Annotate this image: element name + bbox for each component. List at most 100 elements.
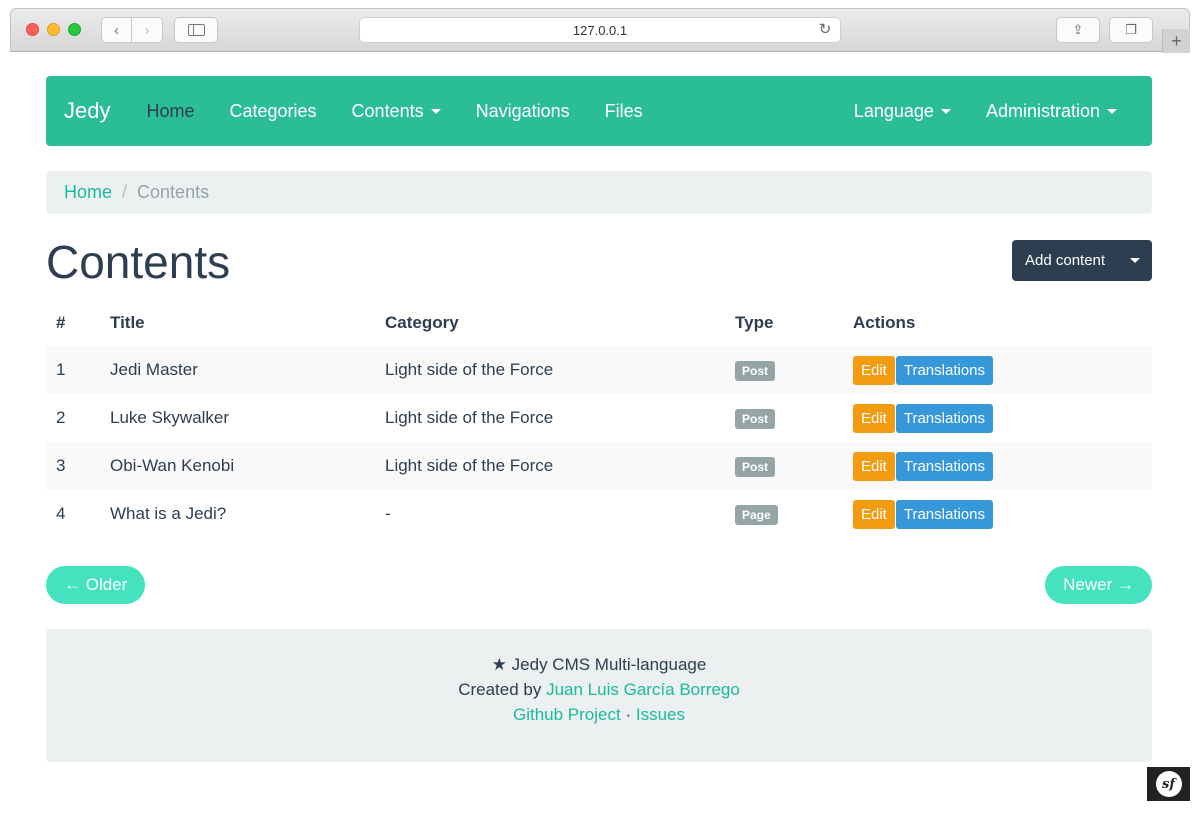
new-tab-button[interactable]: +: [1162, 29, 1190, 53]
edit-button[interactable]: Edit: [853, 403, 895, 433]
row-actions: Edit Translations: [843, 442, 1152, 490]
page-title: Contents: [46, 236, 231, 288]
nav-item-label: Categories: [229, 100, 317, 121]
older-button[interactable]: ← Older: [46, 566, 146, 604]
row-type-cell: Post: [725, 442, 843, 490]
row-id: 1: [56, 360, 66, 379]
reload-icon[interactable]: ↻: [816, 21, 834, 39]
address-bar[interactable]: 127.0.0.1 ↻: [359, 17, 841, 43]
row-type-cell: Post: [725, 346, 843, 394]
symfony-logo-icon: sf: [1155, 771, 1182, 797]
nav-item-label: Files: [604, 100, 643, 121]
row-type-cell: Post: [725, 394, 843, 442]
row-id: 3: [56, 456, 66, 475]
nav-item-administration[interactable]: Administration: [986, 101, 1117, 122]
row-title: Luke Skywalker: [110, 408, 230, 427]
translations-button[interactable]: Translations: [895, 403, 994, 433]
sidebar-toggle-button[interactable]: [174, 17, 218, 43]
table-header-row: # Title Category Type Actions: [46, 300, 1152, 346]
symfony-toolbar-button[interactable]: sf: [1147, 767, 1190, 801]
translations-button[interactable]: Translations: [895, 451, 994, 481]
edit-button[interactable]: Edit: [853, 451, 895, 481]
nav-item-navigations[interactable]: Navigations: [476, 101, 570, 122]
type-badge: Post: [735, 360, 776, 381]
newer-button[interactable]: Newer →: [1045, 566, 1152, 604]
nav-item-contents[interactable]: Contents: [352, 101, 441, 122]
edit-button[interactable]: Edit: [853, 355, 895, 385]
zoom-window-button[interactable]: [68, 23, 81, 36]
column-header-number: #: [56, 313, 66, 332]
caret-down-icon: [1107, 108, 1117, 114]
sidebar-icon: [187, 24, 205, 36]
row-id: 4: [56, 504, 66, 523]
row-title: What is a Jedi?: [110, 504, 227, 523]
footer-created-by: Created by: [458, 680, 542, 699]
nav-item-categories[interactable]: Categories: [230, 101, 317, 122]
type-badge: Page: [735, 504, 778, 525]
forward-button[interactable]: ›: [132, 17, 163, 43]
add-content-button[interactable]: Add content: [1012, 240, 1152, 281]
row-category: Light side of the Force: [385, 456, 554, 475]
row-category: -: [385, 504, 391, 523]
row-title: Jedi Master: [110, 360, 198, 379]
caret-down-icon: [430, 108, 441, 114]
share-icon: ⇪: [1072, 22, 1084, 37]
nav-item-language[interactable]: Language: [854, 101, 951, 122]
plus-icon: +: [1171, 30, 1182, 51]
share-button[interactable]: ⇪: [1056, 17, 1100, 43]
nav-item-home[interactable]: Home: [146, 101, 194, 122]
footer-separator: ·: [625, 705, 632, 724]
edit-button[interactable]: Edit: [853, 499, 895, 529]
issues-link[interactable]: Issues: [636, 705, 685, 724]
footer-links-line: Github Project · Issues: [46, 702, 1152, 727]
column-header-title: Title: [110, 313, 145, 332]
show-tabs-button[interactable]: ❐: [1109, 17, 1153, 43]
github-project-link[interactable]: Github Project: [513, 705, 621, 724]
nav-item-label: Contents: [351, 100, 424, 121]
history-navigation: ‹ ›: [101, 17, 163, 43]
add-content-label: Add content: [1025, 252, 1106, 269]
type-badge: Post: [735, 408, 776, 429]
footer-title: Jedy CMS Multi-language: [511, 655, 707, 674]
minimize-window-button[interactable]: [47, 23, 60, 36]
nav-item-label: Language: [853, 100, 934, 121]
forward-arrow-icon: ›: [144, 21, 150, 39]
nav-item-label: Navigations: [475, 100, 570, 121]
breadcrumb-current: Contents: [137, 182, 210, 202]
browser-toolbar: ‹ › 127.0.0.1 ↻ ⇪ ❐ +: [10, 8, 1190, 53]
back-button[interactable]: ‹: [101, 17, 132, 43]
row-actions: Edit Translations: [843, 394, 1152, 442]
navbar-brand[interactable]: Jedy: [64, 98, 110, 124]
table-row: 4 What is a Jedi? - Page Edit Translation…: [46, 490, 1152, 538]
caret-down-icon: [940, 108, 951, 114]
row-type-cell: Page: [725, 490, 843, 538]
breadcrumb: Home / Contents: [46, 171, 1152, 214]
navbar-right: Language Administration: [819, 76, 1117, 146]
table-row: 2 Luke Skywalker Light side of the Force…: [46, 394, 1152, 442]
footer: ★ Jedy CMS Multi-language Created by Jua…: [46, 629, 1152, 762]
close-window-button[interactable]: [26, 23, 39, 36]
column-header-category: Category: [385, 313, 459, 332]
breadcrumb-home-link[interactable]: Home: [64, 182, 112, 203]
tabs-icon: ❐: [1125, 22, 1137, 37]
translations-button[interactable]: Translations: [895, 499, 994, 529]
footer-title-line: ★ Jedy CMS Multi-language: [46, 652, 1152, 677]
caret-down-icon: [1130, 258, 1140, 263]
footer-credits-line: Created by Juan Luis García Borrego: [46, 677, 1152, 702]
type-badge: Post: [735, 456, 776, 477]
nav-item-label: Administration: [985, 100, 1100, 121]
row-category: Light side of the Force: [385, 408, 554, 427]
main-navbar: Jedy Home Categories Contents Navigation…: [46, 76, 1152, 146]
nav-item-files[interactable]: Files: [605, 101, 643, 122]
author-link[interactable]: Juan Luis García Borrego: [546, 680, 740, 699]
row-id: 2: [56, 408, 66, 427]
breadcrumb-separator: /: [122, 182, 128, 202]
column-header-type: Type: [735, 313, 774, 332]
table-row: 1 Jedi Master Light side of the Force Po…: [46, 346, 1152, 394]
column-header-actions: Actions: [853, 313, 916, 332]
row-actions: Edit Translations: [843, 346, 1152, 394]
row-actions: Edit Translations: [843, 490, 1152, 538]
row-category: Light side of the Force: [385, 360, 554, 379]
translations-button[interactable]: Translations: [895, 355, 994, 385]
table-row: 3 Obi-Wan Kenobi Light side of the Force…: [46, 442, 1152, 490]
